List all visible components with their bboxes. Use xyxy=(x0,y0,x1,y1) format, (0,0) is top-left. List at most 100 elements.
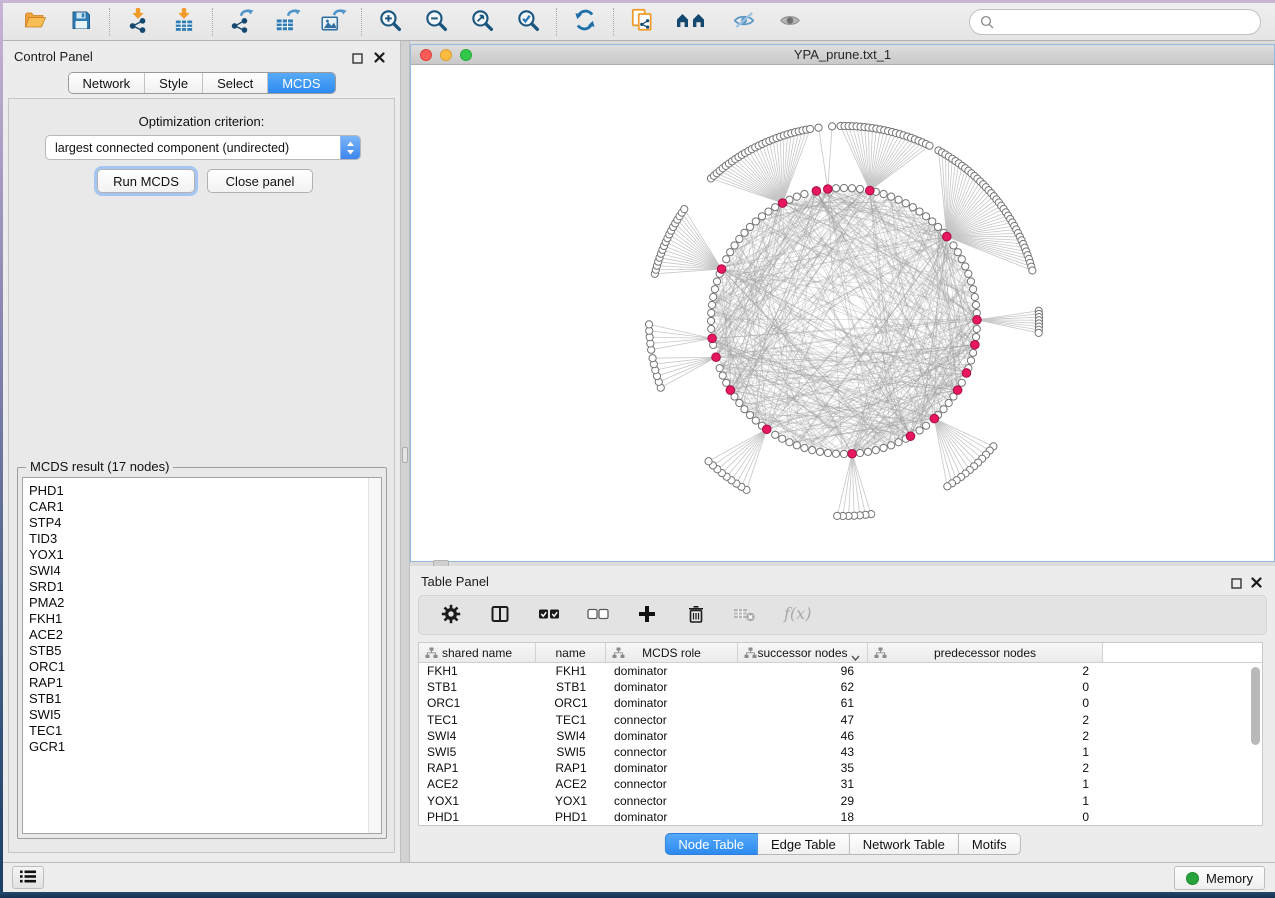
select-all-button[interactable] xyxy=(536,602,562,628)
network-node[interactable] xyxy=(954,249,961,256)
control-panel-close-button[interactable] xyxy=(370,49,388,67)
table-row[interactable]: SWI5SWI5connector431 xyxy=(419,744,1262,760)
network-node[interactable] xyxy=(708,325,715,332)
network-node[interactable] xyxy=(832,450,839,457)
network-leaf-node[interactable] xyxy=(649,355,656,362)
network-node[interactable] xyxy=(793,193,800,200)
mcds-hub-node[interactable] xyxy=(866,186,875,195)
network-node[interactable] xyxy=(723,256,730,263)
network-node[interactable] xyxy=(816,448,823,455)
table-panel-close-button[interactable] xyxy=(1247,574,1265,592)
network-node[interactable] xyxy=(840,184,847,191)
task-history-button[interactable] xyxy=(12,866,44,889)
settings-button[interactable] xyxy=(438,602,464,628)
network-leaf-node[interactable] xyxy=(926,142,933,149)
network-leaf-node[interactable] xyxy=(834,512,841,519)
tab-network-table[interactable]: Network Table xyxy=(850,833,959,855)
network-node[interactable] xyxy=(888,442,895,449)
network-node[interactable] xyxy=(945,399,952,406)
tab-mcds[interactable]: MCDS xyxy=(267,73,334,93)
mcds-result-item[interactable]: CAR1 xyxy=(23,499,381,515)
network-node[interactable] xyxy=(872,447,879,454)
column-header-predecessor-nodes[interactable]: predecessor nodes xyxy=(868,643,1103,662)
network-node[interactable] xyxy=(895,439,902,446)
network-node[interactable] xyxy=(752,218,759,225)
export-image-button[interactable] xyxy=(318,7,348,37)
network-node[interactable] xyxy=(967,357,974,364)
network-node[interactable] xyxy=(856,185,863,192)
zoom-out-button[interactable] xyxy=(421,7,451,37)
network-node[interactable] xyxy=(772,204,779,211)
optimization-criterion-select[interactable]: largest connected component (undirected) xyxy=(45,135,361,160)
mcds-result-item[interactable]: PMA2 xyxy=(23,595,381,611)
network-node[interactable] xyxy=(972,333,979,340)
mcds-result-item[interactable]: ORC1 xyxy=(23,659,381,675)
network-leaf-node[interactable] xyxy=(1029,267,1036,274)
network-node[interactable] xyxy=(958,379,965,386)
network-node[interactable] xyxy=(916,427,923,434)
mcds-hub-node[interactable] xyxy=(712,353,721,362)
network-node[interactable] xyxy=(902,200,909,207)
network-node[interactable] xyxy=(832,185,839,192)
table-row[interactable]: SWI4SWI4dominator462 xyxy=(419,728,1262,744)
network-node[interactable] xyxy=(916,208,923,215)
network-node[interactable] xyxy=(965,270,972,277)
network-node[interactable] xyxy=(786,439,793,446)
tab-motifs[interactable]: Motifs xyxy=(959,833,1021,855)
network-node[interactable] xyxy=(967,278,974,285)
network-node[interactable] xyxy=(741,406,748,413)
network-node[interactable] xyxy=(772,431,779,438)
network-node[interactable] xyxy=(707,317,714,324)
network-node[interactable] xyxy=(809,447,816,454)
minimize-traffic-icon[interactable] xyxy=(440,49,452,61)
network-node[interactable] xyxy=(736,399,743,406)
function-builder-button[interactable]: f(x) xyxy=(781,602,817,628)
delete-table-button[interactable] xyxy=(732,602,758,628)
network-leaf-node[interactable] xyxy=(1035,329,1042,336)
split-view-button[interactable] xyxy=(487,602,513,628)
network-node[interactable] xyxy=(719,372,726,379)
network-node[interactable] xyxy=(909,204,916,211)
table-row[interactable]: TEC1TEC1connector472 xyxy=(419,712,1262,728)
mcds-result-list[interactable]: PHD1CAR1STP4TID3YOX1SWI4SRD1PMA2FKH1ACE2… xyxy=(22,477,382,834)
import-table-button[interactable] xyxy=(169,7,199,37)
vertical-splitter[interactable] xyxy=(400,41,410,862)
table-row[interactable]: RAP1RAP1dominator352 xyxy=(419,760,1262,776)
mcds-result-item[interactable]: FKH1 xyxy=(23,611,381,627)
mcds-hub-node[interactable] xyxy=(930,414,939,423)
delete-column-button[interactable] xyxy=(683,602,709,628)
hide-selected-button[interactable] xyxy=(729,7,759,37)
network-node[interactable] xyxy=(765,208,772,215)
network-node[interactable] xyxy=(793,442,800,449)
network-node[interactable] xyxy=(934,223,941,230)
open-session-button[interactable] xyxy=(20,7,50,37)
network-node[interactable] xyxy=(950,242,957,249)
network-node[interactable] xyxy=(708,309,715,316)
network-node[interactable] xyxy=(971,293,978,300)
mcds-hub-node[interactable] xyxy=(973,316,982,325)
mcds-hub-node[interactable] xyxy=(942,232,951,241)
save-session-button[interactable] xyxy=(66,7,96,37)
column-header-name[interactable]: name xyxy=(536,643,606,662)
refresh-layout-button[interactable] xyxy=(570,7,600,37)
mcds-result-item[interactable]: STB5 xyxy=(23,643,381,659)
mcds-hub-node[interactable] xyxy=(848,449,857,458)
network-node[interactable] xyxy=(779,435,786,442)
network-node[interactable] xyxy=(713,278,720,285)
table-panel-float-button[interactable] xyxy=(1227,575,1245,593)
memory-button[interactable]: Memory xyxy=(1174,866,1265,890)
network-node[interactable] xyxy=(958,256,965,263)
network-node[interactable] xyxy=(711,286,718,293)
tab-style[interactable]: Style xyxy=(144,73,202,93)
network-node[interactable] xyxy=(922,213,929,220)
table-row[interactable]: ORC1ORC1dominator610 xyxy=(419,695,1262,711)
mcds-result-item[interactable]: STB1 xyxy=(23,691,381,707)
network-node[interactable] xyxy=(746,411,753,418)
first-neighbors-button[interactable] xyxy=(673,7,713,37)
mcds-result-item[interactable]: TEC1 xyxy=(23,723,381,739)
mcds-result-item[interactable]: GCR1 xyxy=(23,739,381,755)
network-node[interactable] xyxy=(710,293,717,300)
zoom-fit-button[interactable] xyxy=(467,7,497,37)
export-network-button[interactable] xyxy=(226,7,256,37)
network-leaf-node[interactable] xyxy=(815,124,822,131)
